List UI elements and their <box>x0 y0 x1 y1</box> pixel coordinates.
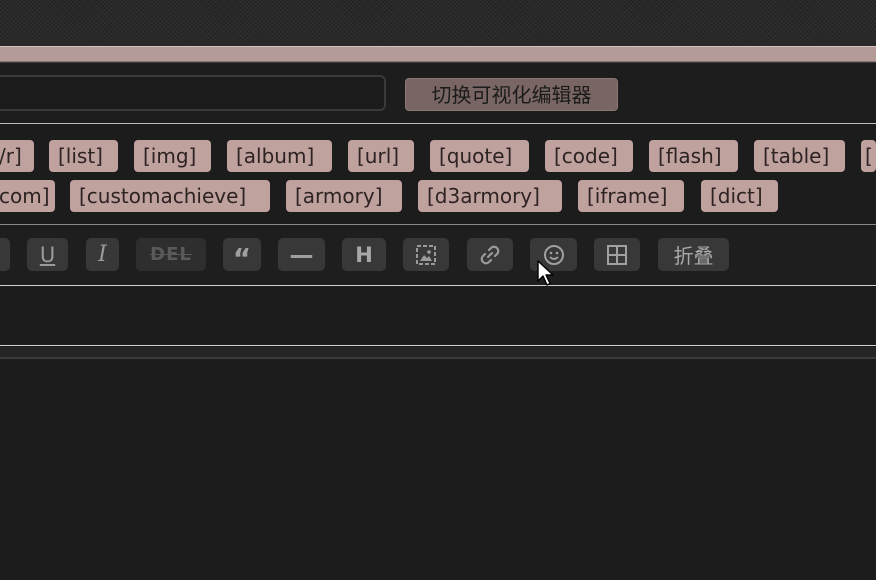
tag-button-img[interactable]: [img] <box>134 140 211 172</box>
link-icon <box>480 245 500 264</box>
tag-button-flash[interactable]: [flash] <box>649 140 738 172</box>
italic-icon: I <box>98 242 107 267</box>
tag-button-album[interactable]: [album] <box>227 140 332 172</box>
accent-bar <box>0 46 876 62</box>
horizontal-rule-button[interactable]: — <box>278 238 325 271</box>
resize-separator[interactable] <box>0 347 876 359</box>
table-icon <box>607 244 627 265</box>
tag-button-iframe[interactable]: [iframe] <box>578 180 684 212</box>
editor-text-area[interactable] <box>0 286 876 346</box>
quote-button[interactable]: “ <box>223 238 261 275</box>
page-bottom-area <box>0 359 876 580</box>
insert-link-button[interactable] <box>467 238 513 271</box>
tag-button-list[interactable]: [list] <box>49 140 118 172</box>
strikethrough-icon: DEL <box>150 244 192 265</box>
title-row: 切换可视化编辑器 <box>0 62 876 124</box>
tag-button-partial[interactable]: [ <box>861 140 876 172</box>
tag-button-customachieve[interactable]: [customachieve] <box>70 180 270 212</box>
mouse-cursor-icon <box>537 260 554 286</box>
tag-button-table[interactable]: [table] <box>754 140 845 172</box>
tag-button-hr[interactable]: /r] <box>0 140 34 172</box>
switch-visual-editor-button[interactable]: 切换可视化编辑器 <box>405 78 618 111</box>
underline-button[interactable]: U <box>27 238 68 271</box>
italic-button[interactable]: I <box>86 238 119 271</box>
insert-table-button[interactable] <box>594 238 640 271</box>
bbcode-tag-area: /r] [list] [img] [album] [url] [quote] [… <box>0 125 876 225</box>
quote-icon: “ <box>232 242 252 275</box>
bold-button[interactable] <box>0 238 10 271</box>
heading-icon: H <box>355 242 373 267</box>
tag-button-dict[interactable]: [dict] <box>701 180 778 212</box>
horizontal-rule-icon: — <box>289 240 314 269</box>
heading-button[interactable]: H <box>342 238 386 271</box>
tag-button-com[interactable]: com] <box>0 180 55 212</box>
format-toolbar: U I DEL “ — H 折叠 <box>0 226 876 286</box>
title-input[interactable] <box>0 75 386 111</box>
header-background <box>0 0 876 46</box>
fold-button[interactable]: 折叠 <box>658 238 729 271</box>
tag-button-d3armory[interactable]: [d3armory] <box>418 180 562 212</box>
fold-label: 折叠 <box>673 244 714 268</box>
underline-icon: U <box>39 242 56 267</box>
tag-button-quote[interactable]: [quote] <box>430 140 529 172</box>
insert-image-button[interactable] <box>403 238 449 271</box>
tag-button-code[interactable]: [code] <box>545 140 633 172</box>
strikethrough-button[interactable]: DEL <box>136 238 206 271</box>
tag-button-armory[interactable]: [armory] <box>286 180 402 212</box>
image-icon <box>416 244 436 265</box>
tag-button-url[interactable]: [url] <box>348 140 414 172</box>
